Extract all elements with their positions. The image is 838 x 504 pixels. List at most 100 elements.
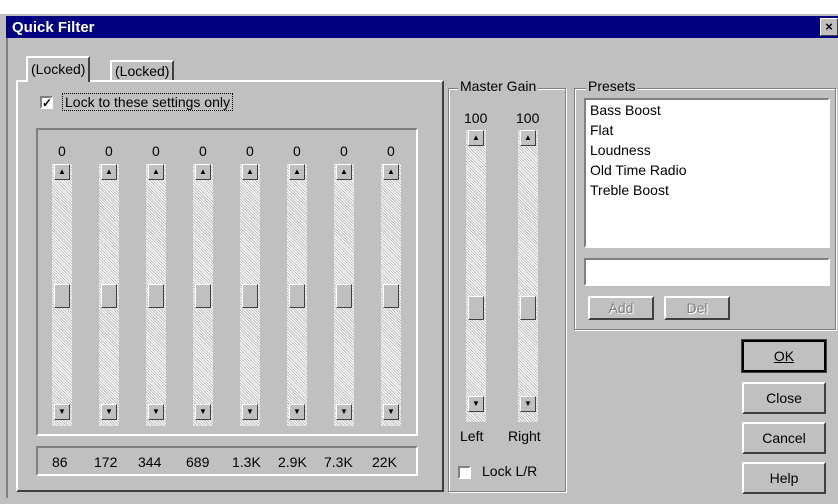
down-arrow-icon: ▼ [524, 399, 532, 408]
band-value-label: 0 [199, 143, 207, 159]
title-bar[interactable]: Quick Filter × [6, 16, 838, 38]
up-arrow-icon: ▲ [293, 167, 301, 176]
band-up-button[interactable]: ▲ [101, 164, 117, 180]
close-icon[interactable]: × [820, 18, 838, 36]
band-value-label: 0 [246, 143, 254, 159]
band-slider-thumb[interactable] [54, 284, 70, 308]
band-slider-thumb[interactable] [101, 284, 117, 308]
band-value-label: 0 [152, 143, 160, 159]
preset-item[interactable]: Flat [586, 120, 828, 140]
master-gain-left-thumb[interactable] [468, 296, 484, 320]
window-left-edge [6, 38, 8, 498]
band-slider-thumb[interactable] [148, 284, 164, 308]
band-value-label: 0 [340, 143, 348, 159]
presets-title: Presets [586, 78, 638, 94]
up-arrow-icon: ▲ [387, 167, 395, 176]
down-arrow-icon: ▼ [246, 407, 254, 416]
band-slider-thumb[interactable] [242, 284, 258, 308]
master-gain-left-label: Left [460, 428, 484, 444]
cancel-button[interactable]: Cancel [742, 422, 826, 454]
add-preset-button[interactable]: Add [588, 296, 654, 320]
band-down-button[interactable]: ▼ [54, 404, 70, 420]
equalizer-panel [36, 128, 418, 436]
band-down-button[interactable]: ▼ [289, 404, 305, 420]
up-arrow-icon: ▲ [524, 133, 532, 142]
down-arrow-icon: ▼ [199, 407, 207, 416]
presets-list[interactable]: Bass Boost Flat Loudness Old Time Radio … [584, 98, 830, 248]
master-gain-right-label: Right [508, 428, 541, 444]
lock-settings-label[interactable]: Lock to these settings only [62, 93, 233, 111]
up-arrow-icon: ▲ [199, 167, 207, 176]
down-arrow-icon: ▼ [472, 399, 480, 408]
band-down-button[interactable]: ▼ [336, 404, 352, 420]
lock-lr-checkbox[interactable] [458, 466, 471, 479]
band-value-label: 0 [293, 143, 301, 159]
band-up-button[interactable]: ▲ [289, 164, 305, 180]
master-gain-right-slider[interactable] [518, 130, 538, 422]
preset-item[interactable]: Loudness [586, 140, 828, 160]
help-button[interactable]: Help [742, 462, 826, 494]
lock-settings-checkbox[interactable]: ✓ [40, 96, 53, 109]
band-down-button[interactable]: ▼ [242, 404, 258, 420]
up-arrow-icon: ▲ [152, 167, 160, 176]
master-gain-left-slider[interactable] [466, 130, 486, 422]
band-value-label: 0 [387, 143, 395, 159]
ok-button[interactable]: OK [741, 339, 827, 373]
close-button[interactable]: Close [742, 382, 826, 414]
master-gain-right-up-button[interactable]: ▲ [520, 130, 536, 146]
band-up-button[interactable]: ▲ [148, 164, 164, 180]
tab-label: (Locked) [31, 61, 86, 77]
frequency-label: 2.9K [278, 454, 307, 470]
down-arrow-icon: ▼ [340, 407, 348, 416]
band-up-button[interactable]: ▲ [336, 164, 352, 180]
master-gain-right-value: 100 [516, 110, 540, 126]
band-up-button[interactable]: ▲ [383, 164, 399, 180]
down-arrow-icon: ▼ [152, 407, 160, 416]
band-up-button[interactable]: ▲ [195, 164, 211, 180]
down-arrow-icon: ▼ [387, 407, 395, 416]
window-title: Quick Filter [12, 19, 95, 36]
tab-locked-2[interactable]: (Locked) [110, 60, 175, 80]
tab-label: (Locked) [115, 63, 170, 79]
lock-lr-label[interactable]: Lock L/R [482, 463, 537, 479]
band-value-label: 0 [105, 143, 113, 159]
band-down-button[interactable]: ▼ [383, 404, 399, 420]
frequency-label: 172 [94, 454, 118, 470]
master-gain-title: Master Gain [458, 78, 539, 94]
tab-locked-1[interactable]: (Locked) [26, 56, 91, 82]
band-slider-thumb[interactable] [336, 284, 352, 308]
frequency-label: 1.3K [232, 454, 261, 470]
up-arrow-icon: ▲ [246, 167, 254, 176]
frequency-label: 689 [186, 454, 210, 470]
band-down-button[interactable]: ▼ [101, 404, 117, 420]
check-icon: ✓ [42, 96, 53, 110]
up-arrow-icon: ▲ [105, 167, 113, 176]
band-up-button[interactable]: ▲ [242, 164, 258, 180]
master-gain-right-down-button[interactable]: ▼ [520, 396, 536, 412]
master-gain-left-down-button[interactable]: ▼ [468, 396, 484, 412]
delete-preset-button[interactable]: Del [664, 296, 730, 320]
band-value-label: 0 [58, 143, 66, 159]
up-arrow-icon: ▲ [58, 167, 66, 176]
down-arrow-icon: ▼ [58, 407, 66, 416]
band-slider-thumb[interactable] [195, 284, 211, 308]
frequency-label: 7.3K [324, 454, 353, 470]
band-down-button[interactable]: ▼ [195, 404, 211, 420]
band-slider-thumb[interactable] [383, 284, 399, 308]
up-arrow-icon: ▲ [340, 167, 348, 176]
down-arrow-icon: ▼ [293, 407, 301, 416]
preset-item[interactable]: Treble Boost [586, 180, 828, 200]
frequency-label: 344 [138, 454, 162, 470]
master-gain-right-thumb[interactable] [520, 296, 536, 320]
band-down-button[interactable]: ▼ [148, 404, 164, 420]
preset-name-input[interactable] [584, 258, 830, 286]
down-arrow-icon: ▼ [105, 407, 113, 416]
frequency-label: 86 [52, 454, 68, 470]
master-gain-left-value: 100 [464, 110, 488, 126]
up-arrow-icon: ▲ [472, 133, 480, 142]
band-up-button[interactable]: ▲ [54, 164, 70, 180]
preset-item[interactable]: Old Time Radio [586, 160, 828, 180]
preset-item[interactable]: Bass Boost [586, 100, 828, 120]
band-slider-thumb[interactable] [289, 284, 305, 308]
master-gain-left-up-button[interactable]: ▲ [468, 130, 484, 146]
